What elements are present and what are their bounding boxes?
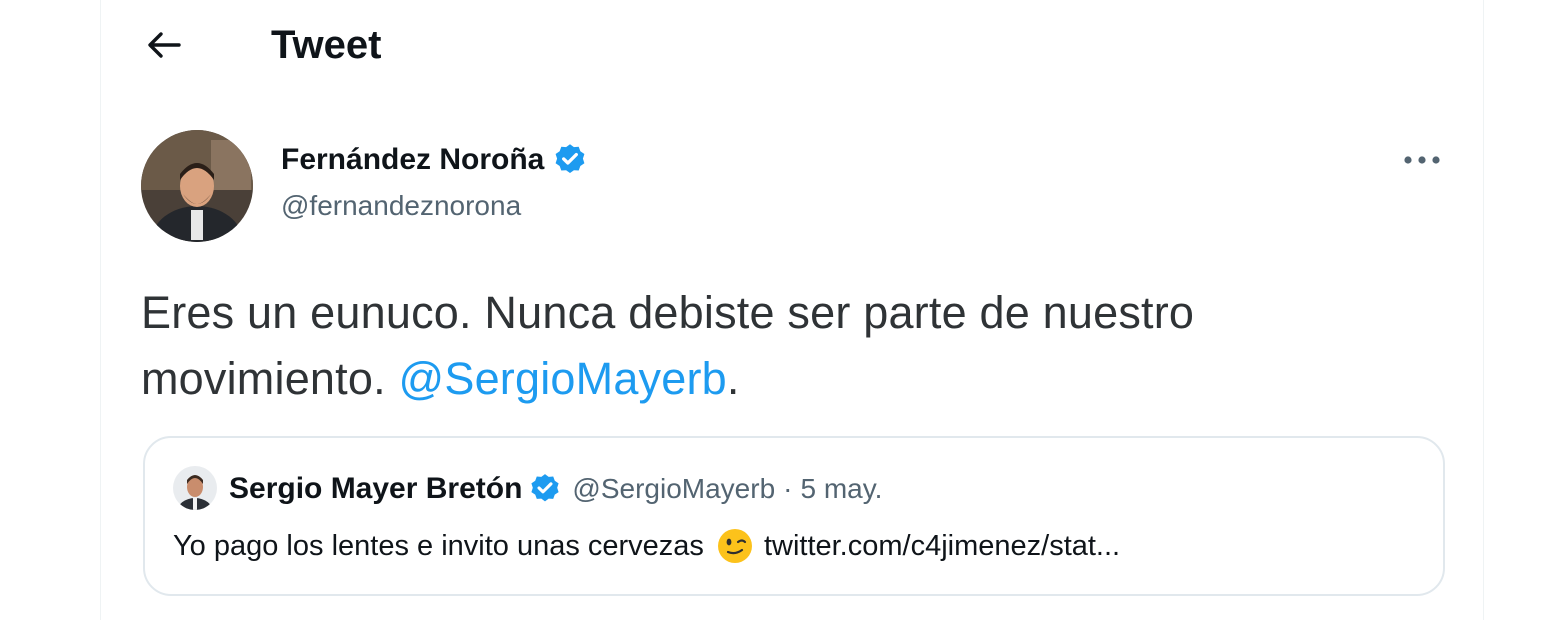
tweet-text: Eres un eunuco. Nunca debiste ser parte … <box>141 280 1441 412</box>
tweet-page: Tweet Fernández Noroña @fernandeznorona <box>100 0 1484 620</box>
tweet-text-end: . <box>726 353 740 404</box>
quoted-author-handle: @SergioMayerb <box>572 473 776 504</box>
more-options-button[interactable] <box>1397 140 1447 180</box>
author-name[interactable]: Fernández Noroña <box>281 138 588 182</box>
verified-badge-icon <box>528 472 562 506</box>
author-name-text: Fernández Noroña <box>281 143 545 176</box>
page-title: Tweet <box>271 23 382 67</box>
author-avatar[interactable] <box>141 130 253 242</box>
more-horizontal-icon <box>1404 156 1440 164</box>
quoted-author-avatar <box>173 466 217 510</box>
dot-separator: · <box>783 473 793 504</box>
winking-face-icon <box>716 527 754 565</box>
arrow-left-icon <box>148 32 181 58</box>
mention-link[interactable]: @SergioMayerb <box>398 353 726 404</box>
quoted-tweet-text: Yo pago los lentes e invito unas cerveza… <box>173 524 1120 568</box>
back-button[interactable] <box>139 22 189 68</box>
quoted-tweet-body: Yo pago los lentes e invito unas cerveza… <box>173 529 704 562</box>
quoted-author-name: Sergio Mayer Bretón <box>229 472 523 505</box>
quoted-tweet-card[interactable]: Sergio Mayer Bretón @SergioMayerb · 5 ma… <box>143 436 1445 596</box>
verified-badge-icon <box>552 142 588 178</box>
page-header: Tweet <box>101 0 1483 90</box>
quoted-tweet-link[interactable]: twitter.com/c4jimenez/stat... <box>764 530 1120 563</box>
quoted-tweet-header: Sergio Mayer Bretón @SergioMayerb · 5 ma… <box>229 468 882 510</box>
quoted-tweet-date: 5 may. <box>800 473 883 504</box>
author-handle[interactable]: @fernandeznorona <box>281 186 521 226</box>
